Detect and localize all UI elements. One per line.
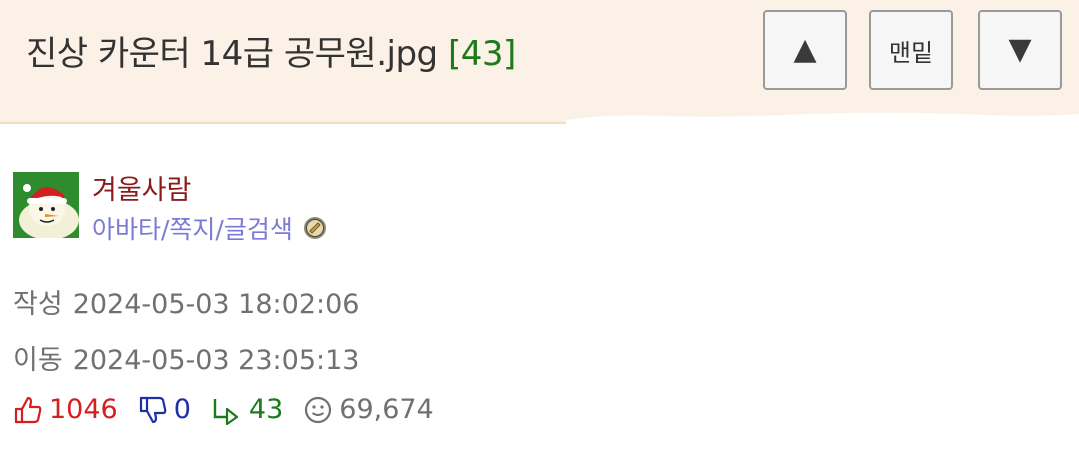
level-badge-icon [303, 217, 326, 239]
author-avatar[interactable] [13, 172, 79, 238]
smiley-view-icon [305, 396, 332, 423]
go-bottom-button[interactable]: 맨밑 [869, 10, 953, 90]
like-count: 1046 [49, 394, 118, 425]
moved-label: 이동 [13, 345, 63, 376]
scroll-down-button[interactable]: ▼ [978, 10, 1062, 90]
header-torn-edge [566, 112, 1079, 128]
moved-date: 이동 2024-05-03 23:05:13 [13, 338, 359, 377]
dislike-stat[interactable]: 0 [138, 394, 191, 425]
moved-value: 2024-05-03 23:05:13 [72, 345, 360, 376]
reply-arrow-icon [213, 398, 239, 425]
created-label: 작성 [13, 289, 63, 320]
author-name[interactable]: 겨울사람 [92, 168, 191, 207]
post-title-text: 진상 카운터 14급 공무원.jpg [26, 34, 438, 74]
created-value: 2024-05-03 18:02:06 [72, 289, 360, 320]
scroll-up-button[interactable]: ▲ [763, 10, 847, 90]
created-date: 작성 2024-05-03 18:02:06 [13, 282, 359, 321]
view-stat: 69,674 [303, 394, 434, 425]
thumbs-up-icon [14, 396, 42, 423]
like-stat[interactable]: 1046 [13, 394, 118, 425]
triangle-down-icon: ▼ [1008, 32, 1032, 67]
author-links: 아바타/쪽지/글검색 [92, 210, 327, 246]
author-links-text[interactable]: 아바타/쪽지/글검색 [92, 210, 293, 246]
dislike-count: 0 [173, 394, 191, 425]
comment-count[interactable]: [43] [448, 34, 516, 74]
triangle-up-icon: ▲ [793, 32, 817, 67]
post-title: 진상 카운터 14급 공무원.jpg [43] [26, 26, 516, 75]
go-bottom-label: 맨밑 [888, 38, 934, 67]
view-count: 69,674 [339, 394, 434, 425]
reply-count: 43 [248, 394, 284, 425]
reply-stat[interactable]: 43 [211, 394, 283, 425]
thumbs-down-icon [139, 396, 167, 423]
post-header: 진상 카운터 14급 공무원.jpg [43] ▲ 맨밑 ▼ [0, 0, 1079, 124]
post-stats: 1046 0 43 69,674 [13, 394, 454, 425]
